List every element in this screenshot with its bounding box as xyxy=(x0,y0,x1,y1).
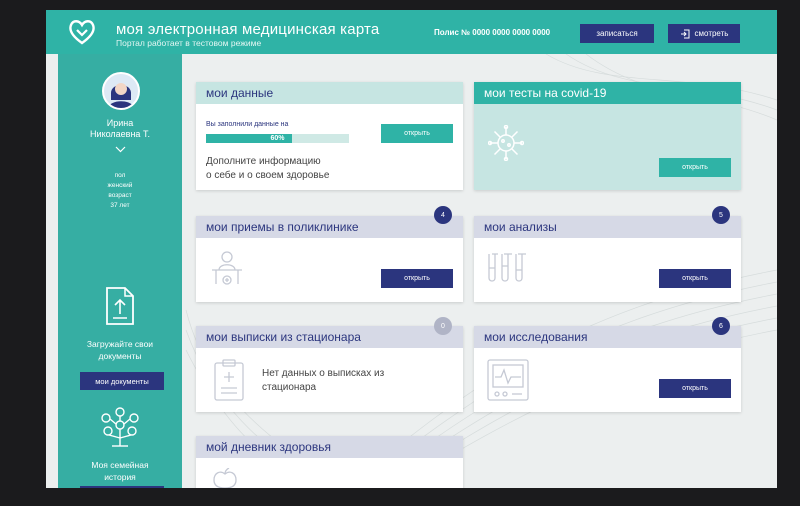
family-history-button[interactable] xyxy=(80,486,164,488)
page-title: моя электронная медицинская карта xyxy=(116,21,380,38)
open-label: открыть xyxy=(682,275,708,282)
top-header: моя электронная медицинская карта Портал… xyxy=(46,10,777,54)
upload-text-2: документы xyxy=(98,351,142,361)
open-research-button[interactable]: открыть xyxy=(659,379,731,398)
family-text-2: история xyxy=(104,472,136,482)
user-patronymic: Николаевна Т. xyxy=(90,129,150,139)
open-label: открыть xyxy=(404,130,430,137)
hint-line-2: о себе и о своем здоровье xyxy=(206,170,330,181)
card-title: мои выписки из стационара xyxy=(196,326,463,348)
clipboard-icon xyxy=(214,359,244,401)
chevron-down-icon[interactable] xyxy=(115,146,126,153)
polis-number: Полис № 0000 0000 0000 0000 xyxy=(434,28,551,37)
card-title: мои тесты на covid-19 xyxy=(474,82,741,104)
card-appointments: мои приемы в поликлинике открыть xyxy=(196,216,463,302)
doctor-desk-icon xyxy=(212,251,242,285)
user-avatar-icon xyxy=(108,83,134,108)
card-title: мои исследования xyxy=(474,326,741,348)
open-label: открыть xyxy=(682,164,708,171)
profile-sidebar: Ирина Николаевна Т. пол женский возраст … xyxy=(58,54,182,488)
user-first-name: Ирина xyxy=(106,118,134,128)
progress-label: 60% xyxy=(270,135,285,142)
open-appointments-button[interactable]: открыть xyxy=(381,269,453,288)
my-documents-button[interactable]: мои документы xyxy=(80,372,164,390)
discharges-empty-1: Нет данных о выписках из xyxy=(262,368,385,379)
age-value: 37 лет xyxy=(110,202,130,209)
upload-text-1: Загружайте свои xyxy=(86,339,154,349)
discharges-count-badge: 0 xyxy=(434,317,452,335)
sex-value: женский xyxy=(107,182,133,189)
apple-icon xyxy=(213,468,237,488)
open-covid-button[interactable]: открыть xyxy=(659,158,731,177)
signup-button[interactable]: записаться xyxy=(580,24,654,43)
card-covid-tests: мои тесты на covid-19 открыть xyxy=(474,82,741,190)
discharges-empty-2: стационара xyxy=(262,382,317,393)
test-tubes-icon xyxy=(488,253,526,282)
filled-label: Вы заполнили данные на xyxy=(206,121,289,128)
card-title: мой дневник здоровья xyxy=(196,436,463,458)
family-text-1: Моя семейная xyxy=(91,460,149,470)
card-analyses: мои анализы открыть xyxy=(474,216,741,302)
view-label: смотреть xyxy=(694,29,729,38)
card-discharges: мои выписки из стационара Нет данных о в… xyxy=(196,326,463,412)
open-label: открыть xyxy=(404,275,430,282)
document-upload-icon xyxy=(106,287,134,325)
hint-line-1: Дополните информацию xyxy=(206,156,321,167)
my-documents-label: мои документы xyxy=(95,376,149,386)
avatar[interactable] xyxy=(102,72,140,110)
login-icon xyxy=(680,29,690,38)
app-frame: моя электронная медицинская карта Портал… xyxy=(46,10,777,488)
open-analyses-button[interactable]: открыть xyxy=(659,269,731,288)
monitor-icon xyxy=(487,359,529,401)
card-my-data: мои данные Вы заполнили данные на 60% До… xyxy=(196,82,463,190)
progress-bar: 60% xyxy=(206,134,349,143)
family-tree-icon xyxy=(101,407,139,447)
analyses-count-badge: 5 xyxy=(712,206,730,224)
virus-icon xyxy=(488,125,524,161)
research-count-badge: 6 xyxy=(712,317,730,335)
card-title: мои анализы xyxy=(474,216,741,238)
open-my-data-button[interactable]: открыть xyxy=(381,124,453,143)
card-title: мои данные xyxy=(196,82,463,104)
card-research: мои исследования открыть xyxy=(474,326,741,412)
open-label: открыть xyxy=(682,385,708,392)
view-button[interactable]: смотреть xyxy=(668,24,740,43)
signup-label: записаться xyxy=(596,29,638,38)
sex-label: пол xyxy=(114,172,126,179)
card-title: мои приемы в поликлинике xyxy=(196,216,463,238)
appointments-count-badge: 4 xyxy=(434,206,452,224)
age-label: возраст xyxy=(108,192,132,199)
page-subtitle: Портал работает в тестовом режиме xyxy=(116,38,262,48)
heart-logo-icon xyxy=(69,20,95,45)
card-health-diary: мой дневник здоровья xyxy=(196,436,463,488)
